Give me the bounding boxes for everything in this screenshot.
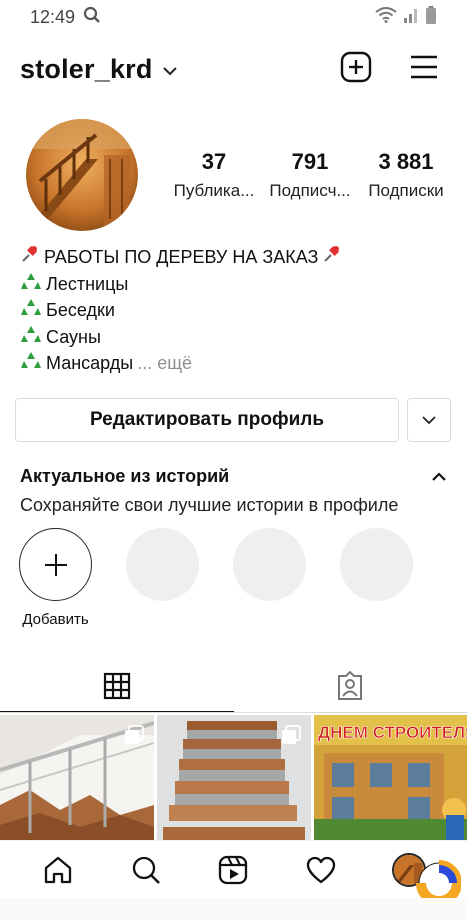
chevron-up-icon[interactable]	[432, 468, 446, 486]
multiple-photos-icon	[124, 725, 144, 750]
hamburger-icon	[411, 55, 437, 79]
nav-reels-button[interactable]	[216, 853, 250, 887]
highlights-subtitle: Сохраняйте свои лучшие истории в профиле	[20, 495, 399, 515]
stat-followers[interactable]: 791 Подписч...	[262, 149, 358, 201]
stat-followers-label: Подписч...	[269, 181, 351, 200]
battery-icon	[425, 5, 437, 29]
plus-square-icon	[340, 51, 372, 83]
bio-more-link[interactable]: ... ещё	[137, 351, 192, 376]
post-thumbnail[interactable]: ДНЕМ СТРОИТЕЛЯ	[314, 715, 467, 840]
status-bar: 12:49	[0, 0, 467, 34]
stat-posts-label: Публика...	[173, 181, 255, 200]
search-status-icon	[83, 6, 101, 29]
home-icon	[44, 856, 72, 883]
system-gesture-bar	[0, 898, 467, 920]
post-thumbnail[interactable]	[157, 715, 311, 840]
pushpin-icon	[20, 244, 40, 271]
stat-following-label: Подписки	[368, 181, 444, 200]
bio-item: Мансарды ... ещё	[20, 350, 450, 377]
search-icon	[132, 856, 160, 884]
chevron-down-icon	[422, 415, 436, 424]
highlights-row: Добавить	[19, 528, 413, 628]
post-caption-text: ДНЕМ СТРОИТЕЛЯ	[318, 723, 467, 742]
highlight-placeholder-circle	[126, 528, 199, 601]
profile-avatar[interactable]	[26, 119, 138, 231]
stat-following-count: 3 881	[378, 149, 434, 174]
bio-title: РАБОТЫ ПО ДЕРЕВУ НА ЗАКАЗ	[44, 247, 319, 267]
profile-header: stoler_krd	[0, 44, 467, 94]
profile-bio: РАБОТЫ ПО ДЕРЕВУ НА ЗАКАЗ Лестницы Бесед…	[20, 244, 450, 377]
highlight-placeholder-circle	[340, 528, 413, 601]
reels-icon	[219, 855, 248, 884]
bio-item-text: Сауны	[46, 326, 101, 347]
status-time: 12:49	[30, 6, 76, 27]
posts-grid: ДНЕМ СТРОИТЕЛЯ	[0, 715, 467, 840]
wifi-icon	[375, 6, 397, 28]
bio-item: Лестницы	[20, 271, 450, 298]
menu-button[interactable]	[407, 50, 441, 84]
recycle-icon	[20, 271, 42, 298]
new-post-button[interactable]	[339, 50, 373, 84]
tabs-divider	[0, 712, 467, 713]
bio-item-text: Беседки	[46, 300, 115, 320]
bio-title-line: РАБОТЫ ПО ДЕРЕВУ НА ЗАКАЗ	[20, 244, 450, 271]
signal-icon	[403, 7, 419, 28]
username[interactable]: stoler_krd	[20, 54, 153, 85]
highlight-placeholder-circle	[233, 528, 306, 601]
profile-tabs	[0, 660, 467, 712]
highlight-add-circle[interactable]	[19, 528, 92, 601]
chevron-down-icon[interactable]	[162, 63, 177, 81]
nav-activity-button[interactable]	[304, 853, 338, 887]
stat-following[interactable]: 3 881 Подписки	[358, 149, 454, 201]
tab-grid[interactable]	[0, 660, 234, 712]
post-thumbnail[interactable]	[0, 715, 154, 840]
profile-summary: 37 Публика... 791 Подписч... 3 881 Подпи…	[26, 118, 446, 232]
grid-icon	[103, 672, 130, 700]
tab-tagged[interactable]	[234, 660, 467, 712]
edit-profile-button[interactable]: Редактировать профиль	[15, 398, 399, 442]
bio-item-text: Лестницы	[46, 273, 129, 294]
stat-followers-count: 791	[291, 149, 329, 174]
tagged-user-icon	[338, 671, 363, 700]
bottom-navigation	[0, 840, 467, 898]
profile-actions: Редактировать профиль	[15, 398, 451, 442]
bio-item-text: Мансарды	[46, 353, 134, 373]
highlight-add-label: Добавить	[22, 611, 89, 628]
highlight-add[interactable]: Добавить	[19, 528, 92, 628]
suggestions-toggle-button[interactable]	[407, 398, 451, 442]
highlights-section: Актуальное из историй Сохраняйте свои лу…	[20, 466, 450, 516]
highlight-placeholder	[126, 528, 199, 628]
plus-icon	[44, 553, 67, 576]
stat-posts-count: 37	[201, 149, 227, 174]
stat-posts[interactable]: 37 Публика...	[166, 149, 262, 201]
highlight-placeholder	[233, 528, 306, 628]
nav-home-button[interactable]	[41, 853, 75, 887]
multiple-photos-icon	[281, 725, 301, 750]
highlight-placeholder	[340, 528, 413, 628]
recycle-icon	[20, 324, 42, 351]
pushpin-icon	[322, 244, 342, 271]
nav-search-button[interactable]	[129, 853, 163, 887]
bio-item: Беседки	[20, 297, 450, 324]
recycle-icon	[20, 350, 42, 377]
heart-icon	[307, 856, 336, 883]
profile-stats: 37 Публика... 791 Подписч... 3 881 Подпи…	[166, 149, 454, 201]
highlights-title: Актуальное из историй	[20, 466, 230, 486]
recycle-icon	[20, 297, 42, 324]
bio-item: Сауны	[20, 324, 450, 351]
